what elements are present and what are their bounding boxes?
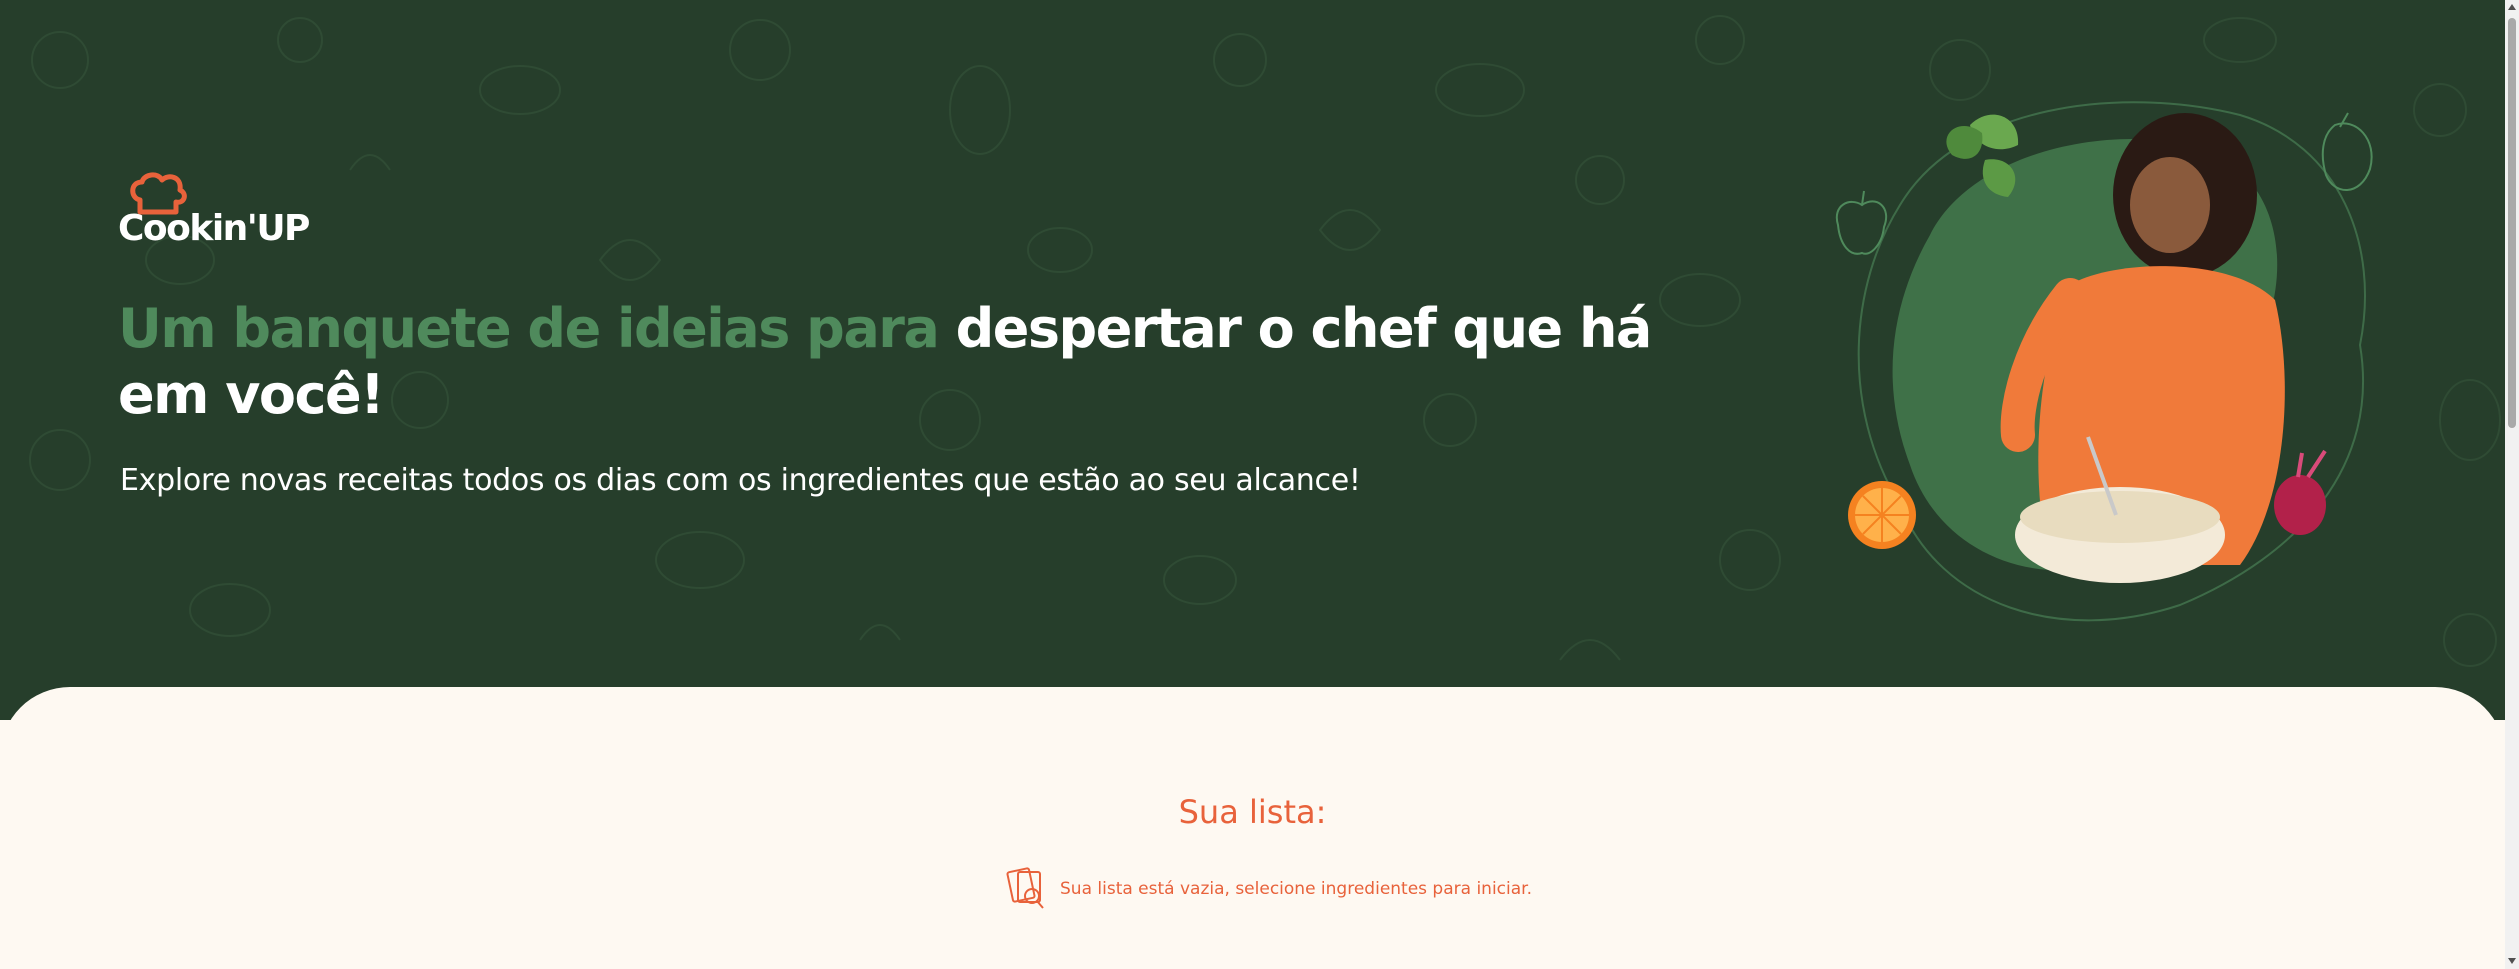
page-scrollbar[interactable] (2505, 0, 2519, 969)
brand-logo[interactable]: Cookin'UP (118, 172, 310, 252)
scroll-up-arrow[interactable] (2508, 4, 2516, 10)
headline-accent: Um banquete de ideias para (118, 297, 956, 360)
scroll-down-arrow[interactable] (2508, 958, 2516, 964)
scrollbar-thumb[interactable] (2508, 18, 2516, 428)
empty-list-message: Sua lista está vazia, selecione ingredie… (1006, 866, 1532, 912)
empty-list-text: Sua lista está vazia, selecione ingredie… (1060, 879, 1532, 899)
beet-icon (2274, 449, 2327, 535)
empty-list-icon (1006, 867, 1044, 909)
hero-illustration (1835, 101, 2373, 622)
hero-subtitle: Explore novas receitas todos os dias com… (120, 463, 1361, 498)
list-title: Sua lista: (1178, 793, 1327, 831)
orange-slice-icon (1848, 481, 1916, 549)
brand-name: Cookin'UP (118, 208, 310, 249)
hero-headline: Um banquete de ideias para despertar o c… (118, 296, 1698, 428)
hero-banner: Cookin'UP Um banquete de ideias para des… (0, 0, 2505, 720)
bell-pepper-icon (1835, 190, 1887, 255)
